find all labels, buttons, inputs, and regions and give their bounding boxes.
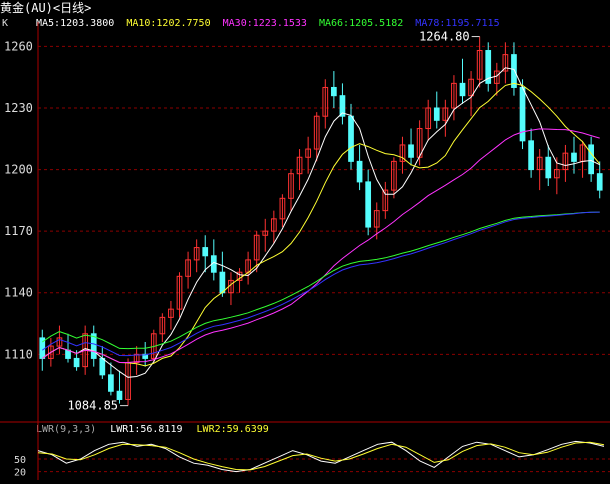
candle-body — [545, 156, 552, 179]
y-tick-label: 1170 — [4, 224, 33, 238]
candle-body — [588, 144, 594, 175]
candle-body — [108, 374, 114, 392]
candle-body — [459, 82, 466, 97]
candle-body — [331, 86, 337, 97]
candle-body — [408, 144, 414, 158]
ma10-line — [42, 82, 601, 367]
ma66-line — [42, 211, 600, 350]
candle-body — [219, 271, 226, 294]
price-chart[interactable]: 1260 1230 1200 1170 1140 1110 1264.80 1084.85 50… — [0, 0, 610, 484]
high-annotation: 1264.80 — [419, 30, 470, 44]
candle-body — [99, 357, 106, 376]
y-tick-label: 1230 — [4, 101, 33, 115]
low-annotation: 1084.85 — [67, 399, 118, 413]
candle-body — [571, 152, 577, 162]
candle-body — [596, 173, 603, 191]
ma78-line — [42, 211, 600, 357]
ma5-line — [42, 67, 600, 378]
candle-body — [528, 140, 534, 171]
ma30-line — [42, 128, 600, 363]
lwr-tick-label: 20 — [14, 468, 26, 479]
lwr-series-line — [37, 441, 605, 471]
candle-body — [73, 357, 80, 368]
candle-body — [511, 54, 517, 88]
candle-body — [433, 107, 440, 121]
candle-body — [365, 181, 372, 228]
y-tick-label: 1140 — [4, 286, 33, 300]
y-tick-label: 1260 — [4, 39, 33, 53]
y-tick-label: 1110 — [4, 347, 33, 361]
candle-body — [348, 115, 354, 162]
candle-body — [356, 160, 363, 183]
candle-body — [202, 247, 209, 257]
y-tick-label: 1200 — [4, 163, 33, 177]
lwr-series-line — [37, 440, 605, 473]
candle-body — [65, 349, 71, 359]
lwr-tick-label: 50 — [14, 455, 26, 466]
